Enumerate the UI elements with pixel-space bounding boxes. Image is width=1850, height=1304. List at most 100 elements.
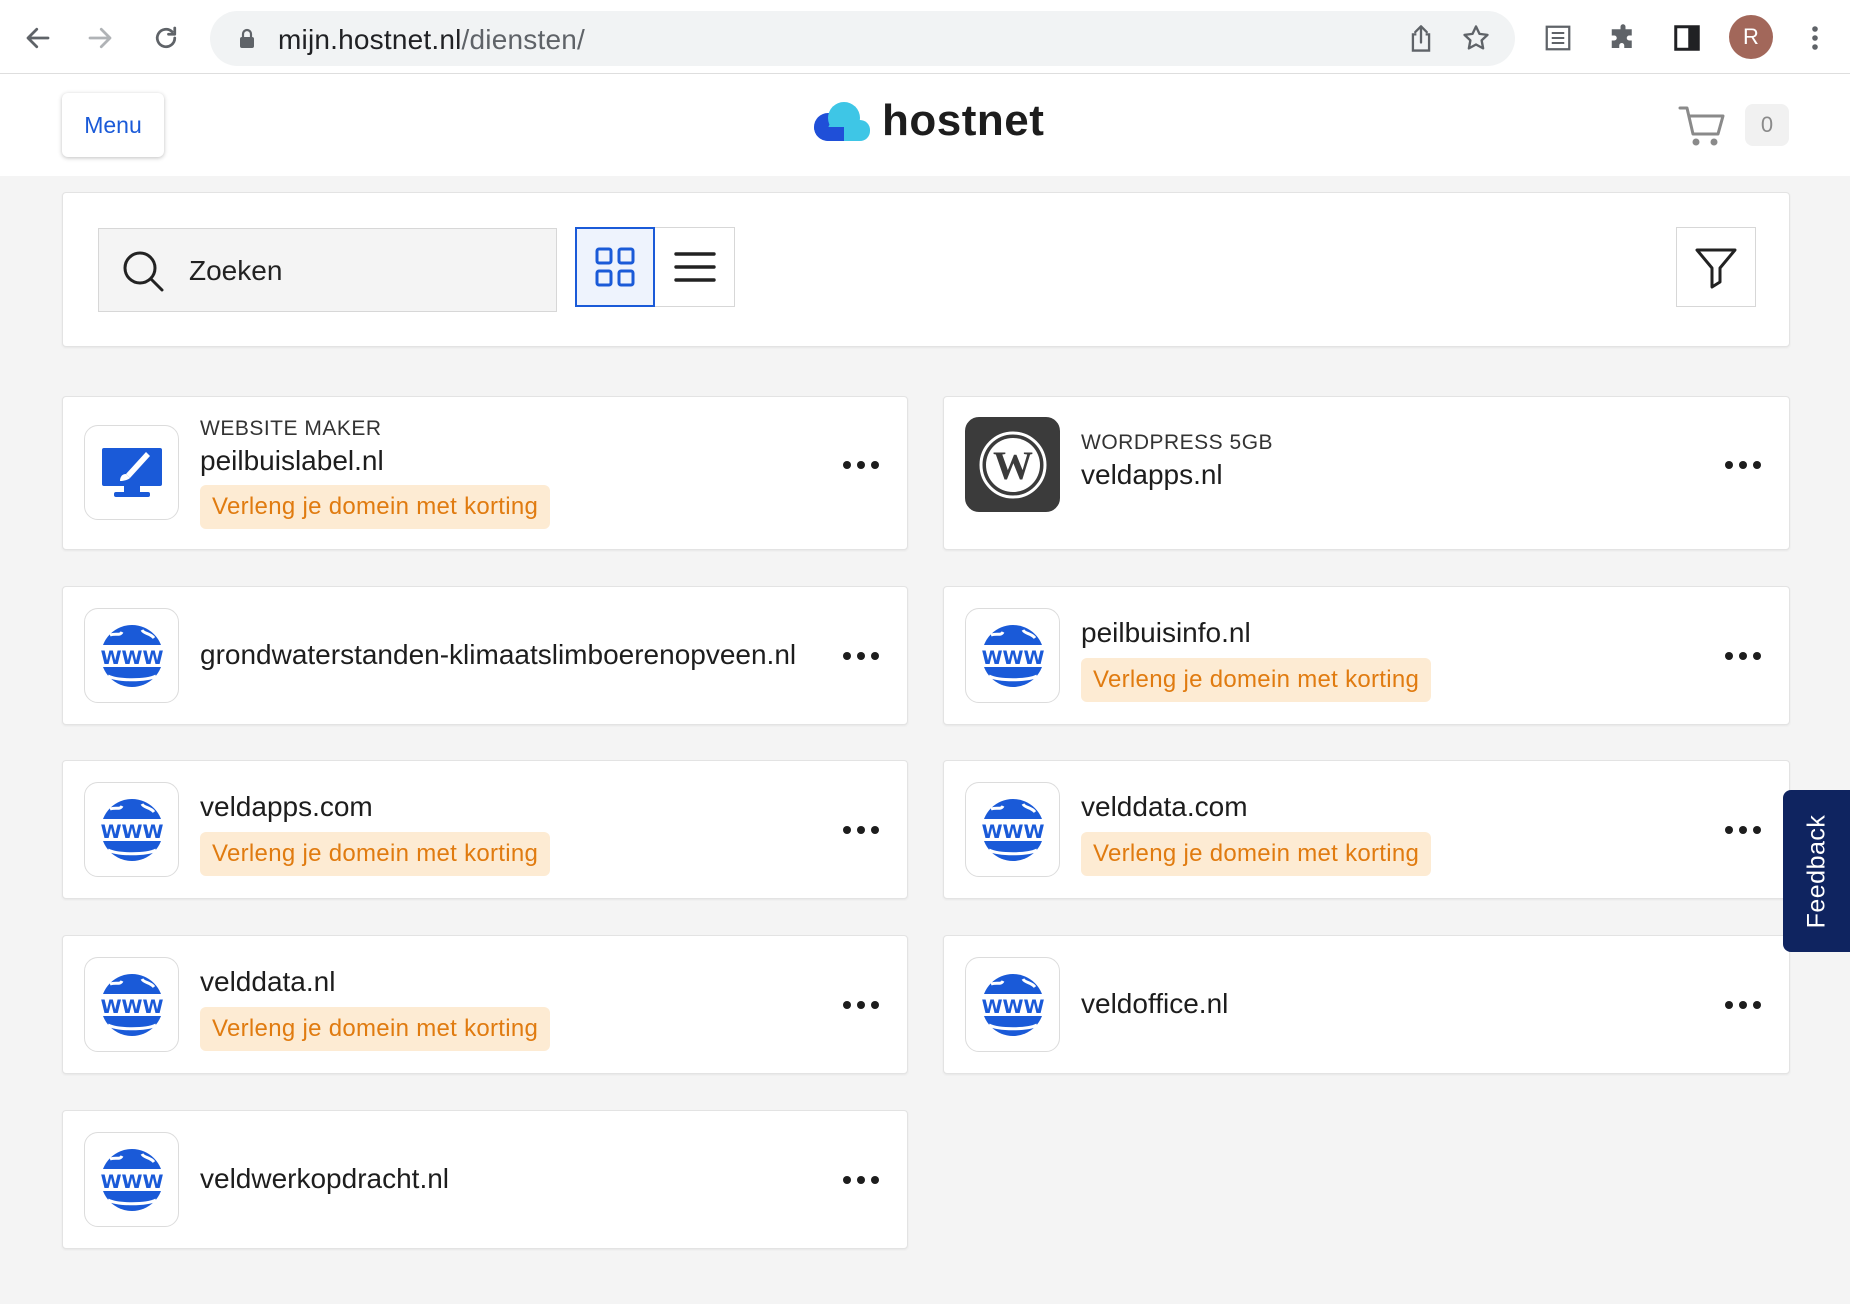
service-icon-box: W [965, 417, 1060, 512]
service-kind-label: WEBSITE MAKER [200, 417, 382, 440]
filter-button[interactable] [1676, 227, 1756, 307]
renew-domain-promo[interactable]: Verleng je domein met korting [200, 832, 551, 876]
more-dots-icon [843, 461, 879, 469]
feedback-label: Feedback [1802, 814, 1831, 928]
grid-icon [595, 247, 635, 287]
back-button[interactable] [18, 18, 58, 58]
arrow-right-icon [88, 27, 112, 49]
service-kind-label: WORDPRESS 5GB [1081, 431, 1274, 454]
svg-text:WWW: WWW [981, 821, 1044, 843]
hostnet-logo[interactable]: hostnet [810, 96, 1044, 146]
more-options-button[interactable] [837, 1160, 885, 1200]
more-options-button[interactable] [837, 636, 885, 676]
service-title[interactable]: peilbuisinfo.nl [1081, 617, 1251, 649]
wordpress-icon: W [979, 431, 1046, 498]
renew-domain-promo[interactable]: Verleng je domein met korting [1081, 658, 1432, 702]
www-globe-icon: WWW [978, 624, 1047, 687]
more-options-button[interactable] [1719, 445, 1767, 485]
more-options-button[interactable] [837, 445, 885, 485]
reader-mode-icon [1545, 25, 1571, 51]
puzzle-icon [1611, 24, 1632, 48]
service-card[interactable]: WWW peilbuisinfo.nl Verleng je domein me… [943, 586, 1790, 725]
menu-button[interactable]: Menu [62, 93, 164, 157]
search-input[interactable] [187, 249, 531, 293]
cloud-logo-icon [814, 102, 870, 141]
grid-view-button[interactable] [575, 227, 655, 307]
service-icon-box [84, 425, 179, 520]
svg-text:WWW: WWW [100, 1171, 163, 1193]
service-icon-box: WWW [84, 957, 179, 1052]
www-globe-icon: WWW [97, 1148, 166, 1211]
shopping-cart-icon[interactable] [1678, 104, 1726, 148]
renew-domain-promo[interactable]: Verleng je domein met korting [200, 485, 551, 529]
service-title[interactable]: grondwaterstanden-klimaatslimboerenopvee… [200, 639, 796, 671]
service-icon-box: WWW [965, 957, 1060, 1052]
more-dots-icon [843, 652, 879, 660]
filter-funnel-icon [1695, 248, 1737, 289]
reader-mode-button[interactable] [1538, 18, 1578, 58]
renew-domain-promo[interactable]: Verleng je domein met korting [200, 1007, 551, 1051]
svg-text:WWW: WWW [100, 821, 163, 843]
bookmark-star-icon[interactable] [1461, 23, 1491, 53]
svg-text:WWW: WWW [100, 996, 163, 1018]
url-text: mijn.hostnet.nl/diensten/ [278, 24, 585, 55]
service-title[interactable]: veldoffice.nl [1081, 988, 1228, 1020]
reload-icon [155, 26, 177, 49]
service-card[interactable]: WWW grondwaterstanden-klimaatslimboereno… [62, 586, 908, 725]
more-options-button[interactable] [837, 985, 885, 1025]
more-dots-icon [843, 826, 879, 834]
logo-wordmark: hostnet [882, 96, 1045, 145]
website-maker-icon [101, 447, 162, 497]
svg-text:W: W [993, 443, 1033, 488]
reload-button[interactable] [146, 18, 186, 58]
service-title[interactable]: velddata.com [1081, 791, 1248, 823]
search-icon [123, 251, 164, 292]
more-dots-icon [1725, 652, 1761, 660]
service-icon-box: WWW [965, 608, 1060, 703]
service-card[interactable]: WWW veldapps.com Verleng je domein met k… [62, 760, 908, 899]
more-dots-icon [1725, 461, 1761, 469]
side-panel-button[interactable] [1667, 18, 1707, 58]
site-header: Menu hostnet 0 [0, 74, 1850, 176]
renew-domain-promo[interactable]: Verleng je domein met korting [1081, 832, 1432, 876]
service-card[interactable]: WWW velddata.nl Verleng je domein met ko… [62, 935, 908, 1074]
service-title[interactable]: veldwerkopdracht.nl [200, 1163, 449, 1195]
more-options-button[interactable] [837, 810, 885, 850]
more-options-button[interactable] [1719, 636, 1767, 676]
profile-avatar[interactable]: R [1729, 15, 1773, 59]
side-panel-icon [1674, 25, 1700, 51]
list-view-button[interactable] [655, 227, 735, 307]
www-globe-icon: WWW [978, 973, 1047, 1036]
service-icon-box: WWW [84, 782, 179, 877]
www-globe-icon: WWW [978, 798, 1047, 861]
service-icon-box: WWW [84, 1132, 179, 1227]
extensions-button[interactable] [1603, 18, 1643, 58]
service-card[interactable]: W WORDPRESS 5GB veldapps.nl [943, 396, 1790, 550]
search-box[interactable] [98, 228, 557, 312]
svg-text:WWW: WWW [100, 647, 163, 669]
service-icon-box: WWW [965, 782, 1060, 877]
forward-button[interactable] [80, 18, 120, 58]
feedback-tab[interactable]: Feedback [1783, 790, 1850, 952]
svg-text:WWW: WWW [981, 647, 1044, 669]
service-icon-box: WWW [84, 608, 179, 703]
service-card[interactable]: WWW veldoffice.nl [943, 935, 1790, 1074]
address-bar[interactable]: mijn.hostnet.nl/diensten/ [210, 11, 1515, 66]
browser-menu-button[interactable] [1795, 18, 1835, 58]
service-title[interactable]: veldapps.com [200, 791, 373, 823]
service-card[interactable]: WWW veldwerkopdracht.nl [62, 1110, 908, 1249]
service-title[interactable]: veldapps.nl [1081, 459, 1223, 491]
more-options-button[interactable] [1719, 985, 1767, 1025]
service-card[interactable]: WWW velddata.com Verleng je domein met k… [943, 760, 1790, 899]
service-title[interactable]: peilbuislabel.nl [200, 445, 384, 477]
arrow-left-icon [26, 27, 50, 49]
more-dots-icon [1725, 1001, 1761, 1009]
www-globe-icon: WWW [97, 798, 166, 861]
cart-count-badge[interactable]: 0 [1745, 104, 1789, 146]
share-icon[interactable] [1407, 24, 1435, 54]
service-card[interactable]: WEBSITE MAKER peilbuislabel.nl Verleng j… [62, 396, 908, 550]
service-title[interactable]: velddata.nl [200, 966, 335, 998]
www-globe-icon: WWW [97, 973, 166, 1036]
more-dots-icon [1725, 826, 1761, 834]
more-options-button[interactable] [1719, 810, 1767, 850]
